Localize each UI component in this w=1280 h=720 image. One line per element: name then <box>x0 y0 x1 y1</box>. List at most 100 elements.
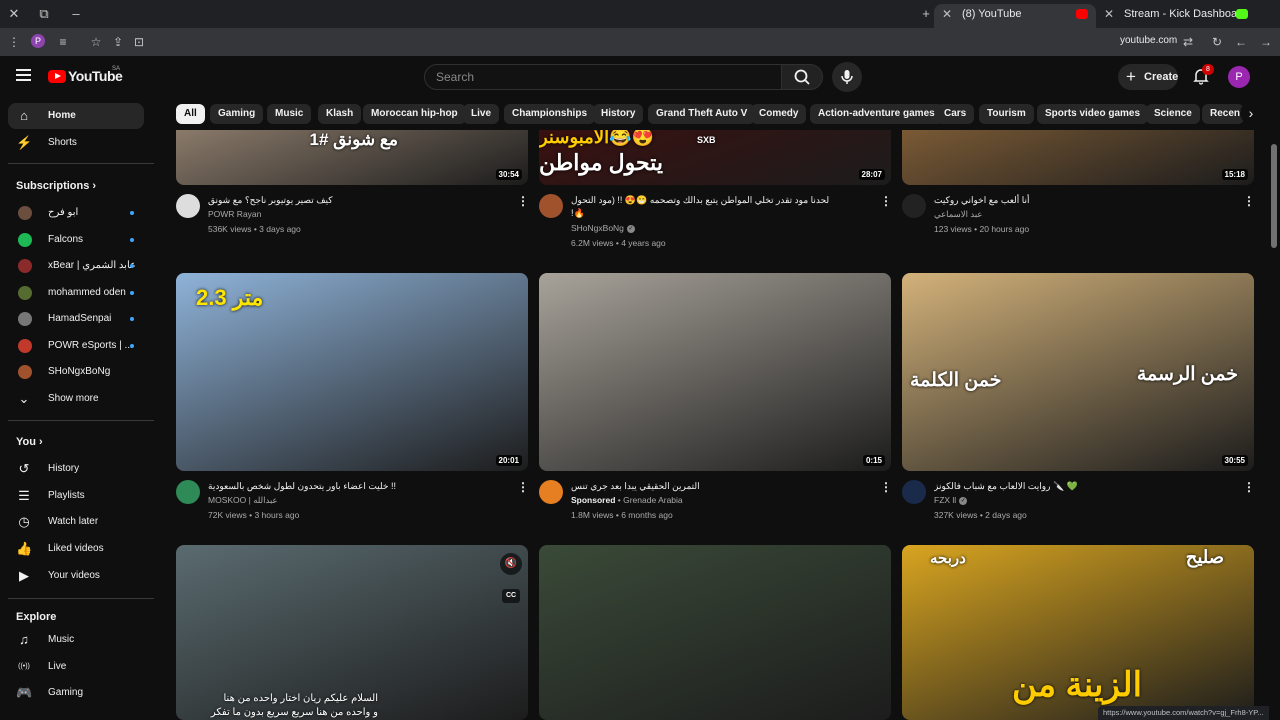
sidebar-item-playlists[interactable]: ☰ Playlists <box>8 483 144 509</box>
search-input[interactable]: Search <box>424 64 782 90</box>
video-thumbnail[interactable]: 2.3 متر 20:01 <box>176 273 528 471</box>
close-tab-icon[interactable]: ✕ <box>942 4 952 24</box>
video-title[interactable]: التمرين الحقيقي يبدا بعد جري تنس <box>571 480 871 493</box>
channel-name[interactable]: FZX ll <box>934 495 956 505</box>
reload-icon[interactable]: ↻ <box>1209 34 1225 50</box>
sidebar-item-show-more[interactable]: ⌄ Show more <box>8 386 144 412</box>
channel-avatar[interactable] <box>902 480 926 504</box>
you-heading[interactable]: You › <box>16 436 43 448</box>
profile-icon[interactable]: P <box>31 34 47 50</box>
sidebar-item-watch-later[interactable]: ◷ Watch later <box>8 509 144 535</box>
more-menu-icon[interactable]: ⋮ <box>6 34 22 50</box>
sidebar-item-liked-videos[interactable]: 👍 Liked videos <box>8 536 144 562</box>
sidebar-item-history[interactable]: ↺ History <box>8 456 144 482</box>
url-text[interactable]: youtube.com <box>1120 35 1177 46</box>
search-button[interactable] <box>781 64 823 90</box>
account-avatar[interactable]: P <box>1228 66 1250 88</box>
video-title[interactable]: خليت اعضاء باور يتحدون لطول شخص بالسعودي… <box>208 480 508 493</box>
channel-avatar[interactable] <box>176 480 200 504</box>
mute-icon[interactable]: 🔇 <box>500 553 522 575</box>
close-window-icon[interactable]: ✕ <box>4 4 24 24</box>
sidebar-item-your-videos[interactable]: ▶ Your videos <box>8 563 144 589</box>
bookmark-star-icon[interactable]: ☆ <box>88 34 104 50</box>
youtube-logo-icon[interactable] <box>48 70 66 83</box>
scrollbar-thumb[interactable] <box>1271 144 1277 248</box>
chip-history[interactable]: History <box>593 104 644 124</box>
share-icon[interactable]: ⇪ <box>110 34 126 50</box>
back-icon[interactable]: ← <box>1233 34 1249 50</box>
video-title[interactable]: لحدنا مود تقدر تخلي المواطن يتبع بدالك و… <box>571 194 871 207</box>
screenshot-icon[interactable]: ⊡ <box>131 34 147 50</box>
video-thumbnail[interactable]: الامبوسنر😂😍 يتحول مواطن SXB 28:07 <box>539 130 891 185</box>
sidebar-subscription-item[interactable]: xBear | عابد الشمري <box>8 253 144 279</box>
sidebar-item-music[interactable]: ♫ Music <box>8 627 144 653</box>
channel-name[interactable]: SHoNgxBoNg <box>571 223 624 233</box>
voice-search-button[interactable] <box>832 62 862 92</box>
new-tab-icon[interactable]: + <box>916 4 936 24</box>
channel-name[interactable]: Grenade Arabia <box>623 495 683 505</box>
chip-championships[interactable]: Championships <box>504 104 596 124</box>
video-title-line2[interactable]: !🔥 <box>571 207 585 220</box>
channel-name[interactable]: MOSKOO | عبدالله <box>208 495 278 505</box>
video-title[interactable]: روايت الالعاب مع شباب فالكونز 🔪 💚 <box>934 480 1234 493</box>
chip-music[interactable]: Music <box>267 104 312 124</box>
channel-avatar[interactable] <box>539 194 563 218</box>
video-menu-icon[interactable]: ⋮ <box>517 194 529 208</box>
sidebar-item-shorts[interactable]: ⚡ Shorts <box>8 130 144 156</box>
chip-comedy[interactable]: Comedy <box>751 104 807 124</box>
chip-grand-theft-auto-v[interactable]: Grand Theft Auto V <box>648 104 756 124</box>
chip-klash[interactable]: Klash <box>318 104 362 124</box>
channel-name[interactable]: عبد الاسماعي <box>934 209 982 219</box>
sidebar-subscription-item[interactable]: SHoNgxBoNg <box>8 359 144 385</box>
video-title[interactable]: أنا ألعب مع اخواني روكيت <box>934 194 1234 207</box>
sidebar-subscription-item[interactable]: Falcons <box>8 227 144 253</box>
video-thumbnail[interactable] <box>539 545 891 720</box>
video-thumbnail[interactable]: 15:18 <box>902 130 1254 185</box>
video-thumbnail[interactable]: مع شونق #1 30:54 <box>176 130 528 185</box>
forward-icon[interactable]: → <box>1258 34 1274 50</box>
chip-tourism[interactable]: Tourism <box>979 104 1034 124</box>
chip-all[interactable]: All <box>176 104 205 124</box>
sidebar-subscription-item[interactable]: POWR eSports | ... <box>8 333 144 359</box>
close-tab-icon[interactable]: ✕ <box>1104 4 1114 24</box>
video-thumbnail[interactable]: خمن الكلمة خمن الرسمة 30:55 <box>902 273 1254 471</box>
hamburger-menu-icon[interactable] <box>16 69 31 83</box>
tab-settings-icon[interactable]: ⇄ <box>1180 34 1196 50</box>
channel-name[interactable]: POWR Rayan <box>208 209 261 219</box>
chip-action-adventure-games[interactable]: Action-adventure games <box>810 104 943 124</box>
subscriptions-heading[interactable]: Subscriptions › <box>16 180 96 192</box>
minimize-window-icon[interactable]: – <box>66 4 86 24</box>
captions-icon[interactable]: CC <box>502 589 520 603</box>
sidebar-item-gaming[interactable]: 🎮 Gaming <box>8 680 144 706</box>
chip-sports-video-games[interactable]: Sports video games <box>1037 104 1149 124</box>
chip-gaming[interactable]: Gaming <box>210 104 264 124</box>
channel-avatar[interactable] <box>539 480 563 504</box>
sidebar-subscription-item[interactable]: HamadSenpai <box>8 306 144 332</box>
video-title[interactable]: كيف تصير يوتيوبر ناجح؟ مع شونق <box>208 194 508 207</box>
video-thumbnail[interactable]: 0:15 <box>539 273 891 471</box>
restore-window-icon[interactable]: ⧉ <box>34 4 54 24</box>
video-menu-icon[interactable]: ⋮ <box>517 480 529 494</box>
chip-live[interactable]: Live <box>463 104 500 124</box>
video-menu-icon[interactable]: ⋮ <box>880 194 892 208</box>
video-thumbnail[interactable]: السلام عليكم ريان اختار واحده من هنا و وا… <box>176 545 528 720</box>
video-menu-icon[interactable]: ⋮ <box>1243 194 1255 208</box>
video-menu-icon[interactable]: ⋮ <box>880 480 892 494</box>
channel-avatar[interactable] <box>176 194 200 218</box>
channel-avatar[interactable] <box>902 194 926 218</box>
chip-moroccan-hip-hop[interactable]: Moroccan hip-hop <box>363 104 466 124</box>
sidebar-subscription-item[interactable]: mohammed oden <box>8 280 144 306</box>
video-thumbnail[interactable]: دربحه صليح الزينة من <box>902 545 1254 720</box>
chip-science[interactable]: Science <box>1146 104 1200 124</box>
reading-list-icon[interactable]: ≡ <box>55 34 71 50</box>
chip-recent[interactable]: Recent <box>1202 104 1244 124</box>
sidebar-item-home[interactable]: ⌂ Home <box>8 103 144 129</box>
tab-youtube[interactable]: ✕ (8) YouTube <box>934 4 1096 28</box>
create-button[interactable]: + Create <box>1118 64 1178 90</box>
chips-next-arrow-icon[interactable]: › <box>1240 102 1262 124</box>
tab-kick-dashboard[interactable]: ✕ Stream - Kick Dashboard <box>1096 4 1256 28</box>
notifications-button[interactable]: 8 <box>1192 64 1214 87</box>
sidebar-subscription-item[interactable]: ابو فرح <box>8 200 144 226</box>
video-menu-icon[interactable]: ⋮ <box>1243 480 1255 494</box>
chip-cars[interactable]: Cars <box>936 104 975 124</box>
